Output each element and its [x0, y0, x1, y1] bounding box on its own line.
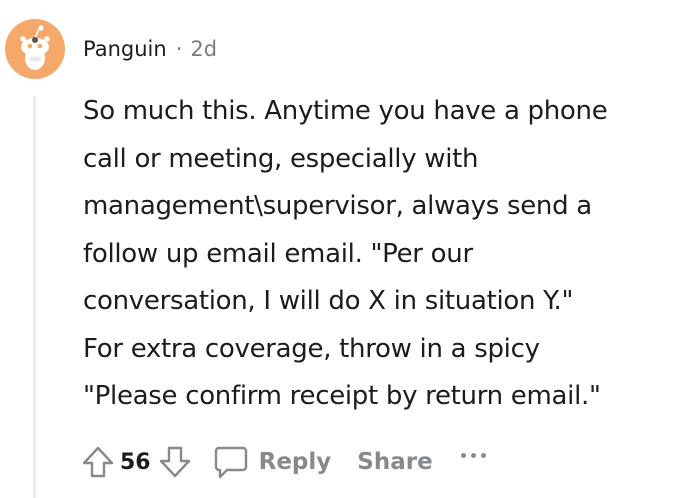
upvote-button[interactable] — [78, 442, 118, 482]
downvote-button[interactable] — [155, 442, 195, 482]
comment-body-line: follow up email email. "Per our — [83, 238, 473, 269]
arrow-down-icon — [159, 446, 190, 478]
reply-button[interactable]: Reply — [211, 442, 332, 482]
meta-separator: · — [175, 37, 183, 61]
comment-body-line: conversation, I will do X in situation Y… — [83, 286, 574, 316]
comment-body-line: For extra coverage, throw in a spicy — [83, 333, 540, 364]
more-options-button[interactable] — [460, 445, 486, 479]
arrow-up-icon — [82, 446, 114, 478]
comment: Panguin · 2d So much this. Anytime you h… — [0, 0, 700, 498]
vote-score: 56 — [120, 449, 151, 475]
ellipsis-icon — [470, 452, 476, 458]
snoo-avatar-icon — [5, 19, 65, 79]
reply-label: Reply — [258, 449, 332, 475]
speech-bubble-icon — [214, 446, 247, 479]
ellipsis-icon — [460, 452, 466, 458]
ellipsis-icon — [480, 452, 486, 458]
user-avatar[interactable] — [4, 18, 66, 80]
thread-collapse-line[interactable] — [33, 96, 36, 498]
share-button[interactable]: Share — [357, 449, 432, 475]
comment-meta: Panguin · 2d — [83, 34, 217, 64]
comment-body-line: call or meeting, especially with — [83, 143, 479, 174]
comment-body-line: "Please confirm receipt by return email.… — [83, 381, 601, 411]
username-link[interactable]: Panguin — [83, 37, 167, 61]
comment-body: So much this. Anytime you have a phone c… — [83, 88, 683, 421]
comment-action-bar: 56 Reply Share — [78, 437, 486, 487]
comment-body-line: So much this. Anytime you have a phone — [83, 96, 608, 126]
comment-body-line: management\supervisor, always send a — [83, 191, 592, 221]
comment-timestamp[interactable]: 2d — [190, 37, 217, 61]
